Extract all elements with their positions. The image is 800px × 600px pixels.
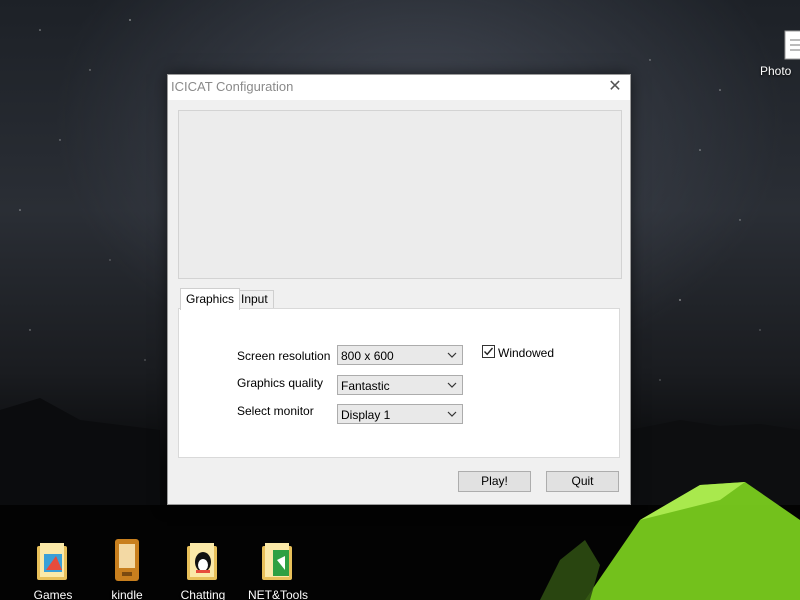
checkmark-icon (483, 347, 494, 356)
quit-button[interactable]: Quit (546, 471, 619, 492)
screen-resolution-select[interactable]: 800 x 600 (337, 345, 463, 365)
play-button[interactable]: Play! (458, 471, 531, 492)
configuration-dialog: ICICAT Configuration ✕ Graphics Input Sc… (167, 74, 631, 505)
banner-image (178, 110, 622, 279)
tab-input-label: Input (241, 292, 268, 306)
select-monitor-value: Display 1 (341, 408, 391, 422)
close-button[interactable]: ✕ (600, 75, 630, 100)
windowed-checkbox[interactable] (482, 345, 495, 358)
screen-resolution-label: Screen resolution (237, 349, 331, 363)
chevron-down-icon (447, 352, 457, 358)
windowed-label: Windowed (498, 346, 555, 360)
window-title: ICICAT Configuration (171, 79, 294, 94)
graphics-quality-select[interactable]: Fantastic (337, 375, 463, 395)
desktop-icon-net-tools[interactable]: NET&Tools (241, 542, 315, 600)
kindle-icon (115, 539, 139, 581)
tab-graphics[interactable]: Graphics (180, 288, 241, 310)
chevron-down-icon (447, 382, 457, 388)
desktop-icon-games[interactable]: Games (16, 542, 90, 600)
folder-chat-icon (187, 543, 217, 580)
close-icon: ✕ (608, 78, 622, 95)
select-monitor-label: Select monitor (237, 404, 314, 418)
folder-tools-icon (262, 543, 292, 580)
chevron-down-icon (447, 411, 457, 417)
graphics-quality-value: Fantastic (341, 379, 390, 393)
desktop-icon-chatting[interactable]: Chatting (166, 542, 240, 600)
screen-resolution-value: 800 x 600 (341, 349, 394, 363)
desktop-icon-kindle[interactable]: kindle (90, 538, 164, 600)
title-bar[interactable]: ICICAT Configuration ✕ (168, 75, 630, 100)
photo-file-icon (784, 30, 800, 60)
select-monitor-select[interactable]: Display 1 (337, 404, 463, 424)
tab-graphics-label: Graphics (186, 292, 235, 306)
tab-input[interactable]: Input (235, 290, 274, 308)
desktop-icon-photo[interactable]: Photo (760, 30, 800, 78)
folder-games-icon (37, 543, 67, 580)
graphics-quality-label: Graphics quality (237, 376, 324, 390)
